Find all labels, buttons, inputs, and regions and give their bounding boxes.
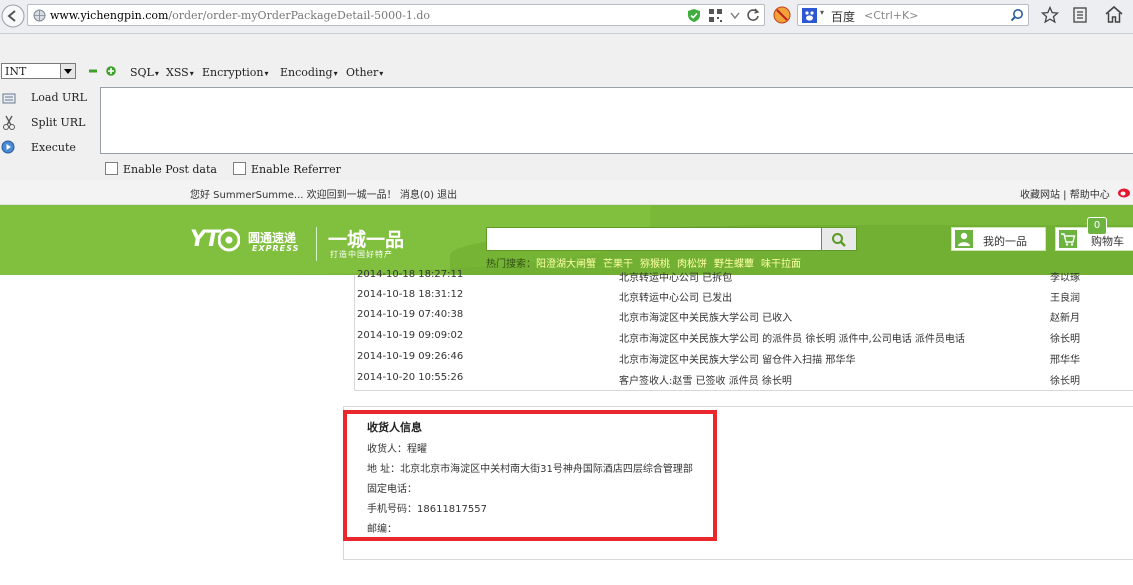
row-time: 2014-10-19 09:26:46 [357, 351, 464, 362]
home-icon[interactable] [1104, 5, 1124, 24]
row-person: 徐长明 [1050, 334, 1080, 345]
table-row: 2014-10-19 09:26:46 北京市海淀区中关民族大学公司 留仓件入扫… [355, 347, 1133, 368]
enable-post-label: Enable Post data [123, 163, 217, 176]
toolbar-gap [0, 34, 1133, 58]
row-time: 2014-10-20 10:55:26 [357, 372, 464, 383]
search-placeholder: <Ctrl+K> [864, 9, 919, 22]
site-search-button[interactable] [821, 227, 857, 251]
row-time: 2014-10-19 07:40:38 [357, 309, 464, 320]
checkbox-box[interactable] [105, 162, 118, 175]
play-icon [1, 140, 15, 154]
yto-logo-text: YT [190, 227, 220, 252]
table-row: 2014-10-18 18:31:12 北京转运中心公司 已发出 王良润 [355, 285, 1133, 306]
my-account-button[interactable]: 我的一品 [951, 227, 1046, 251]
qr-code-icon[interactable] [709, 9, 722, 22]
weibo-icon[interactable] [1117, 186, 1131, 198]
load-url-icon [2, 93, 16, 104]
red-highlight-frame [343, 410, 717, 541]
cart-label: 购物车 [1091, 235, 1124, 248]
yto-logo[interactable]: YT 圆通速递 EXPRESS [190, 227, 305, 257]
bookmark-star-icon[interactable] [1041, 6, 1059, 24]
tracking-table: 2014-10-18 18:27:11 北京转运中心公司 已拆包 李以琢 201… [343, 269, 1133, 395]
yto-circle-mark [218, 228, 240, 252]
menu-encoding[interactable]: Encoding [280, 66, 338, 79]
load-url-button[interactable]: Load URL [0, 88, 90, 108]
brand-logo[interactable]: 一城一品 打造中国好特产 [328, 225, 418, 259]
menu-xss[interactable]: XSS [166, 66, 194, 79]
row-event: 北京市海淀区中关民族大学公司 的派件员 徐长明 派件中,公司电话 派件员电话 [619, 334, 965, 345]
search-icon [832, 233, 846, 247]
row-person: 邢华华 [1050, 355, 1080, 366]
row-event: 北京转运中心公司 已拆包 [619, 273, 733, 284]
plus-icon[interactable] [106, 66, 116, 76]
search-engine-dropdown-icon[interactable]: ▾ [820, 8, 824, 17]
url-bar[interactable]: www.yichengpin.com/order/order-myOrderPa… [27, 4, 765, 26]
dropdown-icon[interactable] [730, 12, 740, 20]
hackbar-panel: INT SQL XSS Encryption Encoding Other Lo… [0, 58, 1133, 180]
load-url-label: Load URL [31, 91, 87, 104]
chevron-down-icon [60, 64, 75, 78]
bookmarks-list-icon[interactable] [1071, 6, 1089, 24]
row-event: 北京转运中心公司 已发出 [619, 293, 733, 304]
courier-name-en: EXPRESS [252, 244, 300, 253]
globe-icon [33, 9, 46, 22]
adblock-icon[interactable] [773, 6, 791, 24]
brand-slogan: 打造中国好特产 [330, 250, 393, 259]
type-select[interactable]: INT [1, 63, 76, 79]
table-row: 2014-10-19 07:40:38 北京市海淀区中关民族大学公司 已收入 赵… [355, 305, 1133, 326]
user-greeting[interactable]: 您好 SummerSumme... 欢迎回到一城一品！ 消息(0) 退出 [190, 186, 457, 201]
row-time: 2014-10-18 18:31:12 [357, 289, 464, 300]
site-top-bar: 您好 SummerSumme... 欢迎回到一城一品！ 消息(0) 退出 收藏网… [0, 180, 1133, 205]
site-search-input[interactable] [486, 227, 822, 251]
type-select-value: INT [5, 65, 27, 78]
execute-button[interactable]: Execute [0, 138, 90, 158]
menu-other[interactable]: Other [346, 66, 383, 79]
menu-encryption[interactable]: Encryption [202, 66, 268, 79]
row-time: 2014-10-18 18:27:11 [357, 269, 464, 280]
row-person: 李以琢 [1050, 273, 1080, 284]
split-url-button[interactable]: Split URL [0, 113, 90, 133]
enable-referrer-checkbox[interactable]: Enable Referrer [233, 162, 341, 176]
shield-icon[interactable] [687, 8, 701, 23]
scissors-icon [3, 115, 15, 130]
url-domain: www.yichengpin.com [50, 9, 169, 22]
table-row: 2014-10-18 18:27:11 北京转运中心公司 已拆包 李以琢 [355, 265, 1133, 286]
brand-name: 一城一品 [328, 229, 405, 251]
user-icon [955, 230, 973, 248]
row-person: 王良润 [1050, 293, 1080, 304]
menu-sql[interactable]: SQL [130, 66, 159, 79]
enable-post-checkbox[interactable]: Enable Post data [105, 162, 217, 176]
row-person: 赵新月 [1050, 313, 1080, 324]
browser-toolbar: www.yichengpin.com/order/order-myOrderPa… [0, 0, 1133, 34]
back-button[interactable] [0, 3, 26, 29]
baidu-paw-icon [802, 8, 817, 23]
top-links[interactable]: 收藏网站 | 帮助中心 [1020, 186, 1110, 201]
enable-referrer-label: Enable Referrer [251, 163, 341, 176]
search-icon[interactable] [1010, 8, 1024, 22]
url-path: /order/order-myOrderPackageDetail-5000-1… [168, 9, 430, 22]
search-engine-name: 百度 [831, 10, 856, 24]
split-url-label: Split URL [31, 116, 86, 129]
table-row: 2014-10-20 10:55:26 客户签收人:赵雪 已签收 派件员 徐长明… [355, 368, 1133, 389]
cart-icon [1059, 230, 1077, 248]
minus-icon[interactable] [88, 66, 98, 76]
row-event: 北京市海淀区中关民族大学公司 留仓件入扫描 邢华华 [619, 355, 856, 366]
checkbox-box[interactable] [233, 162, 246, 175]
url-textarea[interactable] [100, 87, 1133, 154]
execute-label: Execute [31, 141, 76, 154]
table-row: 2014-10-19 09:09:02 北京市海淀区中关民族大学公司 的派件员 … [355, 326, 1133, 347]
web-search-box[interactable]: ▾ 百度 <Ctrl+K> [797, 4, 1029, 26]
row-event: 客户签收人:赵雪 已签收 派件员 徐长明 [619, 376, 792, 387]
my-account-label: 我的一品 [983, 235, 1027, 248]
row-event: 北京市海淀区中关民族大学公司 已收入 [619, 313, 793, 324]
logo-divider [316, 227, 317, 261]
row-time: 2014-10-19 09:09:02 [357, 330, 464, 341]
tracking-table-body: 2014-10-18 18:27:11 北京转运中心公司 已拆包 李以琢 201… [354, 269, 1133, 391]
row-person: 徐长明 [1050, 376, 1080, 387]
cart-count-badge: 0 [1087, 217, 1107, 235]
reload-icon[interactable] [746, 8, 760, 22]
